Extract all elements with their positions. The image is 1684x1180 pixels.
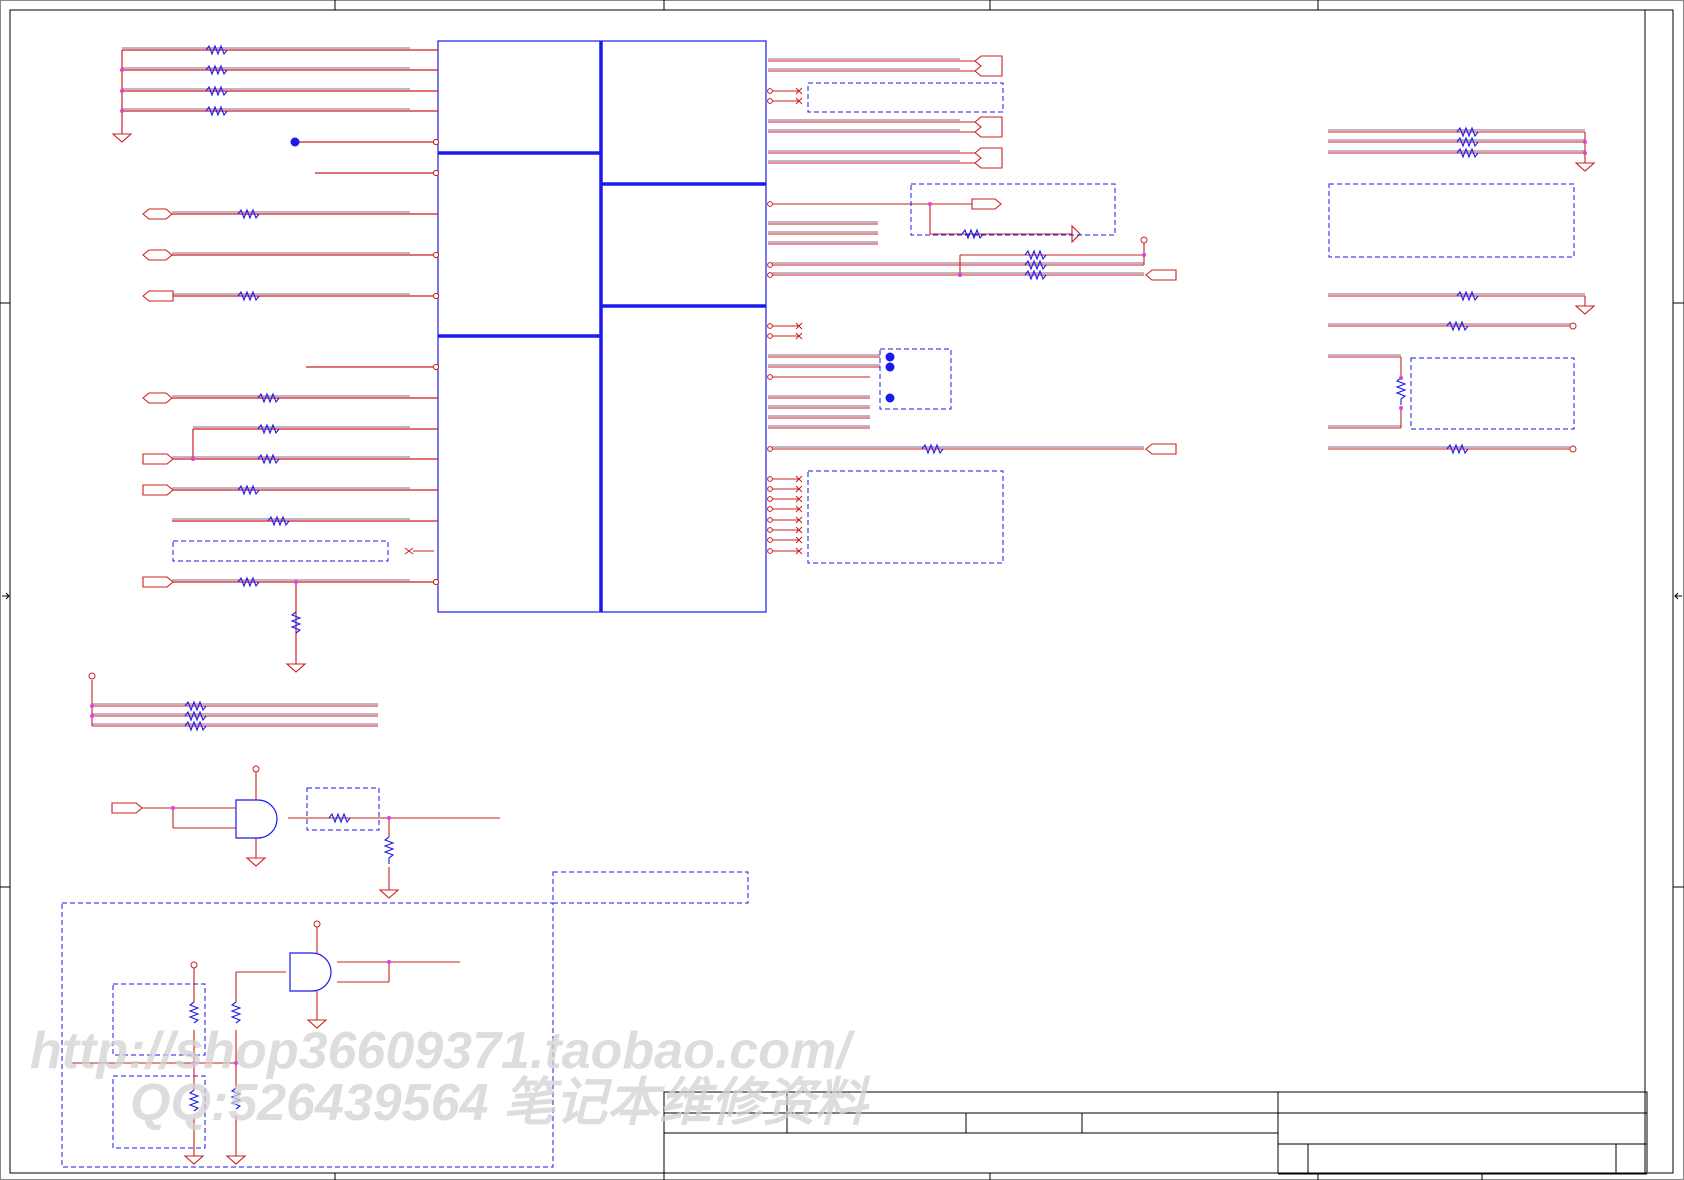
port-in-5 — [1145, 269, 1177, 281]
arrow-port-icon — [1071, 224, 1081, 244]
annotation-boxes-middle — [807, 82, 1116, 564]
far-right-wires — [1328, 131, 1596, 450]
port-out-1 — [142, 290, 174, 302]
port-in-6 — [1145, 443, 1177, 455]
far-right-junctions — [1399, 140, 1587, 410]
port-in-4 — [111, 802, 143, 814]
resistor-array-bottom-left — [88, 672, 378, 732]
ground-icon — [285, 660, 307, 673]
port-out-2 — [971, 198, 1002, 210]
right-center-arrow-icon — [1674, 592, 1682, 600]
port-bidir-2 — [142, 249, 173, 261]
right-resistors — [921, 228, 1047, 455]
port-pair-1 — [974, 55, 1003, 77]
schematic-sheet: http://shop36609371.taobao.com/ QQ:52643… — [0, 0, 1684, 1180]
ground-icon — [378, 889, 400, 899]
and-gate-icon — [289, 952, 332, 992]
port-in-2 — [142, 484, 174, 496]
left-center-arrow-icon — [2, 592, 10, 600]
net-dot — [290, 137, 300, 147]
no-connect-marks-right — [795, 87, 803, 555]
and-gate-icon — [235, 799, 278, 839]
port-pair-2 — [974, 116, 1003, 138]
port-bidir-1 — [142, 208, 173, 220]
right-net-overlines — [768, 58, 1144, 448]
watermark-qq: QQ:526439564 笔记本维修资料 — [130, 1074, 871, 1132]
right-junctions — [928, 202, 1146, 277]
ground-icon — [1574, 162, 1596, 172]
ground-icon — [225, 1155, 247, 1165]
main-ic-block — [437, 40, 767, 613]
left-pin-wires — [121, 49, 438, 660]
no-connect-mark — [404, 547, 434, 555]
ground-icon — [183, 1155, 205, 1165]
ground-icon — [1574, 305, 1596, 315]
sheet-frame — [0, 0, 1684, 1180]
port-in-1 — [142, 453, 174, 465]
left-junctions — [120, 68, 298, 584]
left-ports — [142, 208, 174, 588]
port-bidir-3 — [142, 392, 173, 404]
right-pin-wires — [768, 60, 1145, 552]
port-in-3 — [142, 576, 174, 588]
right-pin-bubbles — [767, 88, 1148, 554]
and-gate-circuit-1 — [111, 765, 500, 899]
left-resistors — [205, 44, 302, 634]
left-net-overlines — [122, 47, 410, 581]
watermark-url: http://shop36609371.taobao.com/ — [30, 1022, 856, 1080]
ground-icon — [245, 857, 267, 867]
test-point-dots — [885, 352, 895, 403]
port-pair-3 — [974, 147, 1003, 169]
far-right-resistors — [1395, 126, 1479, 455]
ground-icon — [111, 132, 133, 143]
annotation-box-left — [172, 540, 389, 562]
annotation-boxes-right — [1328, 183, 1575, 430]
far-right-bubbles — [1569, 322, 1577, 453]
far-right-overlines — [1328, 129, 1585, 448]
